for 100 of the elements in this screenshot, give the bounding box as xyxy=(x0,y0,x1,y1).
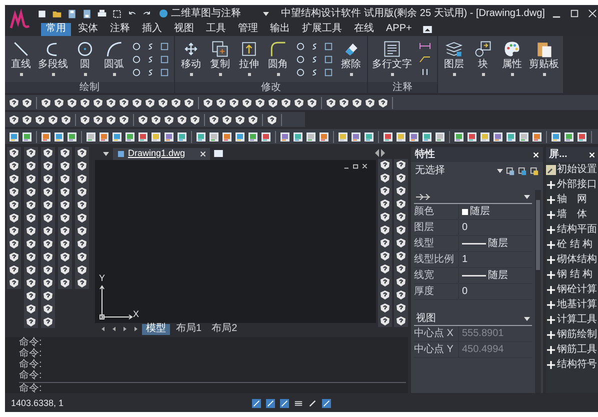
toolbar-button[interactable] xyxy=(76,264,88,276)
toolbar-button[interactable] xyxy=(8,147,20,159)
toolbar-button[interactable] xyxy=(76,238,88,250)
toolbar-button[interactable] xyxy=(59,147,71,159)
toolbar-button[interactable] xyxy=(163,130,175,142)
screen-menu-item[interactable]: 地基计算 xyxy=(546,297,598,312)
toolbar-button[interactable] xyxy=(379,263,391,275)
toolbar-button[interactable] xyxy=(379,185,391,197)
screen-menu-item[interactable]: 外部接口 xyxy=(546,177,598,192)
toolbar-button[interactable] xyxy=(395,224,407,236)
toolbar-button[interactable] xyxy=(241,96,253,108)
tool-button[interactable] xyxy=(418,41,432,51)
screen-menu-item[interactable]: 钢 结 构 xyxy=(546,267,598,282)
toolbar-button[interactable] xyxy=(137,114,149,126)
toolbar-button[interactable] xyxy=(221,130,233,142)
toolbar-button[interactable] xyxy=(59,264,71,276)
toolbar-button[interactable] xyxy=(59,251,71,263)
toolbar-button[interactable] xyxy=(40,130,52,142)
tool-button[interactable] xyxy=(323,54,334,64)
toolbar-button[interactable] xyxy=(183,96,195,108)
ribbon-button[interactable]: 圆 xyxy=(71,36,99,82)
toolbar-button[interactable] xyxy=(379,289,391,301)
ribbon-tab[interactable]: 在线 xyxy=(349,22,379,36)
ribbon-tab[interactable]: 输出 xyxy=(265,22,295,36)
toolbar-button[interactable] xyxy=(105,96,117,108)
selection-dropdown[interactable]: 无选择 xyxy=(415,166,503,176)
toolbar-button[interactable] xyxy=(76,225,88,237)
screen-menu-item[interactable]: 砌体结构 xyxy=(546,252,598,267)
toolbar-button[interactable] xyxy=(21,96,33,108)
toolbar-button[interactable] xyxy=(379,237,391,249)
ribbon-tab[interactable]: APP+ xyxy=(381,22,417,36)
toolbar-button[interactable] xyxy=(377,96,389,108)
caret-icon[interactable] xyxy=(524,194,530,198)
toolbar-button[interactable] xyxy=(505,130,517,142)
toolbar-button[interactable] xyxy=(131,96,143,108)
layout-tab[interactable]: 模型 xyxy=(142,324,170,334)
toolbar-button[interactable] xyxy=(59,212,71,224)
toolbar-button[interactable] xyxy=(76,160,88,172)
screen-menu-item[interactable]: 结构符号 xyxy=(546,357,598,372)
toolbar-button[interactable] xyxy=(202,96,214,108)
caret-icon[interactable] xyxy=(524,316,530,320)
toolbar-button[interactable] xyxy=(25,264,37,276)
toolbar-button[interactable] xyxy=(76,199,88,211)
toolbar-button[interactable] xyxy=(221,114,233,126)
ribbon-tab[interactable]: 实体 xyxy=(73,22,103,36)
toolbar-button[interactable] xyxy=(8,238,20,250)
quick-select-icon[interactable] xyxy=(506,166,515,176)
toolbar-button[interactable] xyxy=(25,212,37,224)
toolbar-button[interactable] xyxy=(318,130,330,142)
toolbar-button[interactable] xyxy=(379,302,391,314)
layout-tab[interactable]: 布局2 xyxy=(208,324,242,334)
toolbar-button[interactable] xyxy=(42,251,54,263)
toolbar-button[interactable] xyxy=(379,211,391,223)
ribbon-button[interactable]: 图层 xyxy=(440,36,468,82)
select-objects-icon[interactable] xyxy=(518,166,527,176)
toolbar-button[interactable] xyxy=(59,199,71,211)
document-tab[interactable]: Drawing1.dwg xyxy=(113,148,210,160)
toolbar-button[interactable] xyxy=(8,199,20,211)
toolbar-button[interactable] xyxy=(59,225,71,237)
toolbar-button[interactable] xyxy=(25,303,37,315)
toolbar-button[interactable] xyxy=(293,96,305,108)
ribbon-tab[interactable]: 注释 xyxy=(105,22,135,36)
toolbar-button[interactable] xyxy=(531,130,543,142)
toolbar-button[interactable] xyxy=(124,130,136,142)
screen-menu-item[interactable]: 计算工具 xyxy=(546,312,598,327)
toolbar-button[interactable] xyxy=(47,114,59,126)
toolbar-button[interactable] xyxy=(111,130,123,142)
toolbar-button[interactable] xyxy=(260,130,272,142)
toolbar-button[interactable] xyxy=(395,250,407,262)
ribbon-button[interactable]: 拉伸 xyxy=(235,36,263,82)
screen-menu-item[interactable]: 轴 网 xyxy=(546,192,598,207)
toolbar-button[interactable] xyxy=(215,96,227,108)
toolbar-button[interactable] xyxy=(247,114,259,126)
toolbar-button[interactable] xyxy=(150,130,162,142)
ribbon-tab[interactable]: 扩展工具 xyxy=(297,22,347,36)
toolbar-button[interactable] xyxy=(137,130,149,142)
toolbar-button[interactable] xyxy=(25,186,37,198)
toolbar-button[interactable] xyxy=(76,173,88,185)
toolbar-button[interactable] xyxy=(8,277,20,289)
ribbon-button[interactable]: 剪贴板 xyxy=(527,36,561,82)
toolbar-button[interactable] xyxy=(60,114,72,126)
toolbar-button[interactable] xyxy=(25,277,37,289)
toolbar-button[interactable] xyxy=(189,114,201,126)
toolbar-button[interactable] xyxy=(364,96,376,108)
ribbon-tab[interactable]: 工具 xyxy=(201,22,231,36)
screen-menu-item[interactable]: 钢砼计算 xyxy=(546,282,598,297)
toolbar-button[interactable] xyxy=(279,130,291,142)
scrollbar[interactable] xyxy=(535,190,541,393)
workspace-dropdown[interactable]: 二维草图与注释 xyxy=(159,6,269,20)
toolbar-button[interactable] xyxy=(21,130,33,142)
toolbar-button[interactable] xyxy=(25,238,37,250)
toolbar-button[interactable] xyxy=(21,114,33,126)
toolbar-button[interactable] xyxy=(76,147,88,159)
toolbar-button[interactable] xyxy=(379,224,391,236)
toolbar-button[interactable] xyxy=(379,250,391,262)
toolbar-button[interactable] xyxy=(479,130,491,142)
toolbar-button[interactable] xyxy=(59,160,71,172)
toolbar-button[interactable] xyxy=(42,264,54,276)
tool-button[interactable] xyxy=(159,40,170,52)
toolbar-button[interactable] xyxy=(105,114,117,126)
